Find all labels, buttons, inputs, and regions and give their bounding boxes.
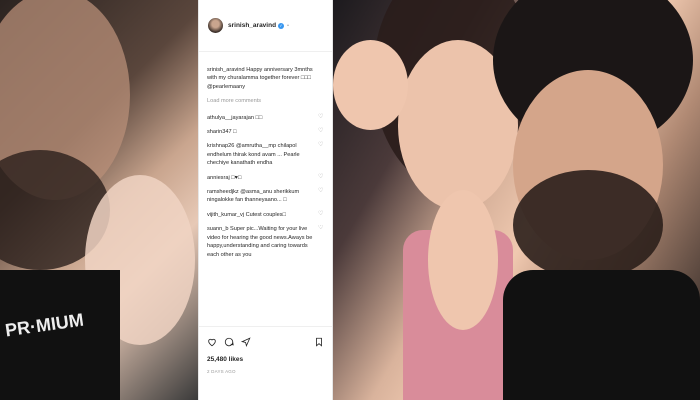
heart-icon[interactable] (207, 337, 217, 347)
post-header: srinish_aravind ✓ • (199, 0, 332, 52)
post-timestamp: 2 DAYS AGO (207, 369, 236, 374)
bookmark-icon[interactable] (314, 337, 324, 347)
comment-user[interactable]: vijith_kumar_vj (207, 212, 244, 218)
comment-item: suann_b Super pic...Waiting for your liv… (207, 225, 324, 259)
comment-user[interactable]: athulya__jayarajan (207, 115, 254, 121)
comment-text: □ (233, 129, 237, 136)
action-bar (207, 335, 324, 349)
instagram-post-panel: srinish_aravind ✓ • srinish_aravind Happ… (198, 0, 333, 400)
comments-list: srinish_aravind Happy anniversary 3mnths… (199, 52, 332, 259)
heart-icon[interactable]: ♡ (318, 211, 324, 217)
comment-item: athulya__jayarajan □□ ♡ (207, 114, 324, 122)
comment-item: sharin347 □ ♡ (207, 128, 324, 136)
hand-shape (333, 40, 408, 130)
comment-user[interactable]: sharin347 (207, 129, 232, 135)
comment-icon[interactable] (224, 337, 234, 347)
heart-icon[interactable]: ♡ (318, 128, 324, 134)
caption: srinish_aravind Happy anniversary 3mnths… (207, 66, 324, 91)
heart-icon[interactable]: ♡ (318, 174, 324, 180)
hand-shape (428, 190, 498, 330)
username[interactable]: srinish_aravind (228, 22, 276, 29)
share-icon[interactable] (241, 337, 251, 347)
heart-icon[interactable]: ♡ (318, 188, 324, 194)
beard-shape (513, 170, 663, 280)
heart-icon[interactable]: ♡ (318, 142, 324, 148)
comment-text: □♥□ (231, 174, 242, 181)
load-more-comments[interactable]: Load more comments (207, 97, 324, 105)
post-footer: 25,480 likes 2 DAYS AGO (199, 326, 332, 374)
comment-text: Cutest couples□ (245, 211, 286, 218)
comment-item: ramsheedjkz @asma_anu sherikkum ningalok… (207, 188, 324, 205)
comment-text: □□ (255, 114, 263, 121)
couple-photo-right (333, 0, 700, 400)
comment-user[interactable]: ramsheedjkz (207, 189, 239, 195)
comment-user[interactable]: anniesraj (207, 175, 230, 181)
caption-user[interactable]: srinish_aravind (207, 67, 245, 73)
heart-icon[interactable]: ♡ (318, 114, 324, 120)
couple-photo-left: PR·MIUM (0, 0, 198, 400)
avatar[interactable] (208, 18, 223, 33)
shirt-shape (503, 270, 700, 400)
comment-item: anniesraj □♥□ ♡ (207, 174, 324, 182)
comment-item: krishnap26 @amrutha__mp chilapol endhelu… (207, 142, 324, 167)
like-count[interactable]: 25,480 likes (207, 356, 324, 363)
more-icon[interactable]: • (287, 23, 289, 29)
verified-badge-icon: ✓ (278, 22, 285, 29)
comment-user[interactable]: suann_b (207, 226, 228, 232)
heart-icon[interactable]: ♡ (318, 225, 324, 231)
comment-user[interactable]: krishnap26 (207, 143, 234, 149)
comment-item: vijith_kumar_vj Cutest couples□ ♡ (207, 211, 324, 219)
